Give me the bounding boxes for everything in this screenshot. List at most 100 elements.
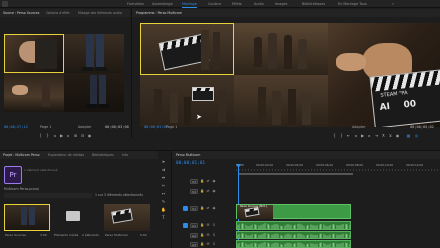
camera-angle-3[interactable] — [4, 73, 64, 112]
mark-in-icon[interactable]: { — [332, 133, 337, 138]
project-item-name-3[interactable]: Perso Multicam — [105, 233, 128, 237]
project-item-thumb-1[interactable] — [4, 204, 50, 231]
sync-icon[interactable]: ⇄ — [206, 206, 210, 210]
pen-tool-icon[interactable]: ✎ — [161, 199, 166, 204]
project-item-name-2[interactable]: Éléments média — [54, 233, 78, 237]
workspace-tab-5[interactable]: Audio — [254, 1, 264, 7]
razor-tool-icon[interactable]: ✂ — [161, 183, 166, 188]
lock-icon[interactable]: 🔒 — [200, 223, 204, 227]
solo-icon[interactable]: S — [212, 233, 216, 237]
step-forward-icon[interactable]: ▸ — [367, 133, 372, 138]
source-patch-a1[interactable] — [183, 223, 188, 228]
overwrite-icon[interactable]: ⊟ — [80, 133, 85, 138]
track-label-v2[interactable]: V2 — [190, 189, 198, 194]
export-frame-icon[interactable]: ◉ — [395, 133, 400, 138]
play-icon[interactable]: ▶ — [360, 133, 365, 138]
workspace-tab-4[interactable]: Effets — [232, 1, 242, 7]
tab-project[interactable]: Projet : Multicam Perso — [3, 152, 40, 158]
tab-audio-mixer[interactable]: Mixage des éléments audio — [78, 10, 122, 16]
lock-icon[interactable]: 🔒 — [200, 189, 204, 193]
play-icon[interactable]: ▶ — [59, 133, 64, 138]
step-back-icon[interactable]: ◂ — [353, 133, 358, 138]
track-label-v3[interactable]: V3 — [190, 179, 198, 184]
lock-icon[interactable]: 🔒 — [200, 242, 204, 246]
mark-out-icon[interactable]: } — [339, 133, 344, 138]
mark-out-icon[interactable]: } — [45, 133, 50, 138]
tab-effect-controls[interactable]: Options d'effet — [46, 10, 70, 16]
camera-angle-4[interactable] — [64, 73, 124, 112]
track-label-v1[interactable]: V1 — [190, 206, 198, 211]
mute-icon[interactable]: M — [206, 233, 210, 237]
audio-clip-a2[interactable] — [236, 231, 351, 239]
slip-tool-icon[interactable]: ↔ — [161, 191, 166, 196]
project-item-thumb-3[interactable] — [104, 204, 150, 231]
solo-icon[interactable]: S — [212, 223, 216, 227]
overflow-icon[interactable]: » — [392, 1, 394, 7]
workspace-tab-7[interactable]: Bibliothèques — [302, 1, 325, 7]
tab-media-browser[interactable]: Explorateur de médias — [48, 152, 84, 158]
ripple-edit-icon[interactable]: ⇹ — [161, 175, 166, 180]
insert-icon[interactable]: ⊞ — [73, 133, 78, 138]
timeline-timecode[interactable]: 00;00;01;01 — [176, 161, 205, 166]
program-page-label[interactable]: Page 1 — [166, 125, 177, 129]
track-select-icon[interactable]: ⇉ — [161, 167, 166, 172]
source-page-label[interactable]: Page 1 — [40, 125, 51, 129]
sync-icon[interactable]: ⇄ — [206, 179, 210, 183]
tab-sequence[interactable]: Perso Multicam — [176, 152, 200, 158]
workspace-tab-montage[interactable]: Montage — [182, 1, 197, 8]
lift-icon[interactable]: ⊼ — [381, 133, 386, 138]
track-label-a3[interactable]: A3 — [190, 242, 198, 247]
go-to-in-icon[interactable]: ⇤ — [346, 133, 351, 138]
program-angle-4[interactable] — [234, 75, 328, 127]
timeline-ruler[interactable]: 00;00 00;00;02;00 00;00;04;00 00;00;06;0… — [236, 163, 440, 171]
source-timecode[interactable]: 00;00;27;12 — [4, 125, 28, 129]
multicam-toggle-icon[interactable]: ▦ — [406, 133, 411, 138]
track-label-a1[interactable]: A1 — [190, 223, 198, 228]
camera-angle-1[interactable] — [4, 34, 64, 73]
workspace-tab-0[interactable]: Formation — [127, 1, 144, 7]
hand-tool-icon[interactable]: ✋ — [161, 207, 166, 212]
project-search-input[interactable] — [4, 193, 92, 198]
audio-clip-a3[interactable] — [236, 240, 351, 248]
tab-program[interactable]: Programme : Perso Multicam — [136, 10, 182, 16]
type-tool-icon[interactable]: T — [161, 215, 166, 220]
lock-icon[interactable]: 🔒 — [200, 179, 204, 183]
workspace-tab-6[interactable]: Images — [275, 1, 287, 7]
program-timecode[interactable]: 00;00;01;01 — [144, 125, 168, 129]
go-to-out-icon[interactable]: ⇥ — [374, 133, 379, 138]
track-label-a2[interactable]: A2 — [190, 233, 198, 238]
work-area-bar[interactable] — [238, 173, 353, 175]
program-angle-2[interactable] — [234, 23, 328, 75]
extract-icon[interactable]: ⊻ — [388, 133, 393, 138]
selection-tool-icon[interactable]: ➤ — [161, 159, 166, 164]
lock-icon[interactable]: 🔒 — [200, 206, 204, 210]
tab-source[interactable]: Source : Perso Sources — [3, 10, 39, 16]
step-back-icon[interactable]: ◂ — [52, 133, 57, 138]
workspace-tab-8[interactable]: En Montage Tous — [338, 1, 367, 7]
video-clip-v1[interactable]: Perso Sources [MC1] — [236, 204, 351, 219]
program-output-view[interactable]: STEAM "PA AI 00 — [328, 23, 440, 127]
program-angle-3[interactable]: ➤ — [140, 75, 234, 127]
tab-libraries[interactable]: Bibliothèques — [92, 152, 114, 158]
mute-icon[interactable]: M — [206, 223, 210, 227]
source-multicam-grid[interactable] — [4, 34, 124, 112]
mark-in-icon[interactable]: { — [38, 133, 43, 138]
eye-icon[interactable]: ◉ — [212, 179, 216, 183]
program-angle-1[interactable] — [140, 23, 234, 75]
mute-icon[interactable]: M — [206, 242, 210, 246]
workspace-tab-3[interactable]: Couleur — [208, 1, 221, 7]
home-icon[interactable] — [2, 1, 8, 7]
vr-toggle-icon[interactable]: ◎ — [414, 133, 419, 138]
workspace-tab-1[interactable]: Assemblage — [152, 1, 173, 7]
step-forward-icon[interactable]: ▸ — [66, 133, 71, 138]
tab-info[interactable]: Info — [122, 152, 128, 158]
source-zoom-select[interactable]: Adapter — [78, 125, 91, 129]
folder-icon[interactable] — [66, 211, 80, 221]
project-item-name-1[interactable]: Perso Sources — [5, 233, 26, 237]
audio-clip-a1[interactable] — [236, 221, 351, 230]
program-multicam-grid[interactable]: ➤ — [140, 23, 328, 127]
solo-icon[interactable]: S — [212, 242, 216, 246]
camera-angle-2[interactable] — [64, 34, 124, 73]
sync-icon[interactable]: ⇄ — [206, 189, 210, 193]
export-frame-icon[interactable]: ◉ — [87, 133, 92, 138]
